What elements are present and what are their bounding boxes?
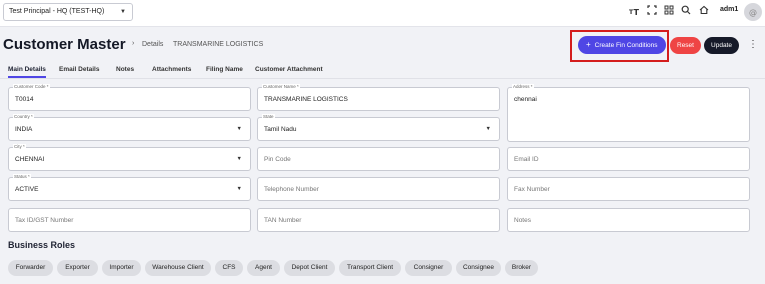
tab-customer-attachment[interactable]: Customer Attachment: [255, 66, 323, 73]
chevron-down-icon: ▼: [120, 9, 126, 15]
email-id-field[interactable]: Email ID: [507, 147, 750, 171]
status-label: Status *: [13, 174, 31, 180]
tab-email-details[interactable]: Email Details: [59, 66, 99, 73]
state-value: Tamil Nadu: [264, 126, 297, 133]
tab-attachments[interactable]: Attachments: [152, 66, 191, 73]
notes-field[interactable]: Notes: [507, 208, 750, 232]
fax-placeholder: Fax Number: [514, 186, 550, 193]
create-fin-conditions-button[interactable]: + Create Fin Conditions: [578, 36, 666, 54]
role-chip-agent[interactable]: Agent: [247, 260, 280, 276]
create-fin-conditions-label: Create Fin Conditions: [594, 42, 658, 49]
chevron-right-icon: ›: [132, 40, 135, 47]
search-icon[interactable]: [680, 5, 692, 19]
plus-icon: +: [586, 40, 591, 49]
top-bar: Test Principal - HQ (TEST-HQ) ▼ TT adm1 …: [0, 0, 765, 27]
country-value: INDIA: [15, 126, 33, 133]
country-label: Country *: [13, 114, 34, 120]
role-chip-transport-client[interactable]: Transport Client: [339, 260, 401, 276]
role-chip-broker[interactable]: Broker: [505, 260, 538, 276]
principal-select[interactable]: Test Principal - HQ (TEST-HQ) ▼: [3, 3, 133, 21]
home-icon[interactable]: [698, 5, 710, 19]
tab-divider: [0, 78, 765, 79]
reset-button[interactable]: Reset: [670, 37, 701, 54]
email-id-placeholder: Email ID: [514, 156, 539, 163]
role-chip-consigner[interactable]: Consigner: [405, 260, 452, 276]
tax-id-placeholder: Tax ID/GST Number: [15, 217, 74, 224]
telephone-placeholder: Telephone Number: [264, 186, 319, 193]
tab-filing-name[interactable]: Filing Name: [206, 66, 243, 73]
role-chip-depot-client[interactable]: Depot Client: [284, 260, 335, 276]
tab-main-details[interactable]: Main Details: [8, 66, 46, 73]
role-chip-consignee[interactable]: Consignee: [456, 260, 501, 276]
page-title: Customer Master: [3, 36, 126, 53]
update-button[interactable]: Update: [704, 37, 739, 54]
customer-code-label: Customer Code *: [13, 84, 50, 90]
apps-grid-icon[interactable]: [663, 5, 675, 19]
chevron-down-icon: ▼: [236, 156, 242, 162]
user-name[interactable]: adm1: [720, 6, 738, 13]
chevron-down-icon: ▼: [485, 126, 491, 132]
fax-field[interactable]: Fax Number: [507, 177, 750, 201]
role-chip-exporter[interactable]: Exporter: [57, 260, 98, 276]
customer-name-label: Customer Name *: [262, 84, 300, 90]
chevron-down-icon: ▼: [236, 186, 242, 192]
state-label: State: [262, 114, 275, 120]
address-label: Address *: [512, 84, 534, 90]
breadcrumb-current: TRANSMARINE LOGISTICS: [173, 41, 264, 48]
role-chip-forwarder[interactable]: Forwarder: [8, 260, 53, 276]
customer-name-value: TRANSMARINE LOGISTICS: [264, 96, 348, 103]
status-select[interactable]: Status * ACTIVE ▼: [8, 174, 251, 201]
text-size-icon[interactable]: TT: [628, 5, 640, 19]
avatar[interactable]: @: [744, 3, 762, 21]
role-chip-cfs[interactable]: CFS: [215, 260, 243, 276]
role-chip-importer[interactable]: Importer: [102, 260, 141, 276]
address-field[interactable]: Address * chennai: [507, 84, 750, 142]
customer-code-field[interactable]: Customer Code * T0014: [8, 84, 251, 111]
address-value: chennai: [514, 96, 537, 103]
role-chip-warehouse-client[interactable]: Warehouse Client: [145, 260, 211, 276]
breadcrumb-details[interactable]: Details: [142, 41, 163, 48]
pin-code-field[interactable]: Pin Code: [257, 147, 500, 171]
tan-placeholder: TAN Number: [264, 217, 302, 224]
tax-id-field[interactable]: Tax ID/GST Number: [8, 208, 251, 232]
svg-text:@: @: [749, 8, 757, 17]
fullscreen-icon[interactable]: [646, 5, 658, 19]
country-select[interactable]: Country * INDIA ▼: [8, 114, 251, 141]
tan-field[interactable]: TAN Number: [257, 208, 500, 232]
tab-notes[interactable]: Notes: [116, 66, 134, 73]
chevron-down-icon: ▼: [236, 126, 242, 132]
business-roles-title: Business Roles: [8, 240, 76, 250]
pin-code-placeholder: Pin Code: [264, 156, 291, 163]
more-vertical-icon[interactable]: ⋮: [748, 38, 758, 52]
user-avatar-icon: @: [749, 8, 757, 17]
city-value: CHENNAI: [15, 156, 45, 163]
principal-select-value: Test Principal - HQ (TEST-HQ): [9, 8, 105, 15]
city-select[interactable]: City * CHENNAI ▼: [8, 144, 251, 171]
customer-name-field[interactable]: Customer Name * TRANSMARINE LOGISTICS: [257, 84, 500, 111]
notes-placeholder: Notes: [514, 217, 531, 224]
status-value: ACTIVE: [15, 186, 39, 193]
state-select[interactable]: State Tamil Nadu ▼: [257, 114, 500, 141]
svg-text:T: T: [633, 8, 639, 16]
customer-code-value: T0014: [15, 96, 34, 103]
city-label: City *: [13, 144, 26, 150]
telephone-field[interactable]: Telephone Number: [257, 177, 500, 201]
